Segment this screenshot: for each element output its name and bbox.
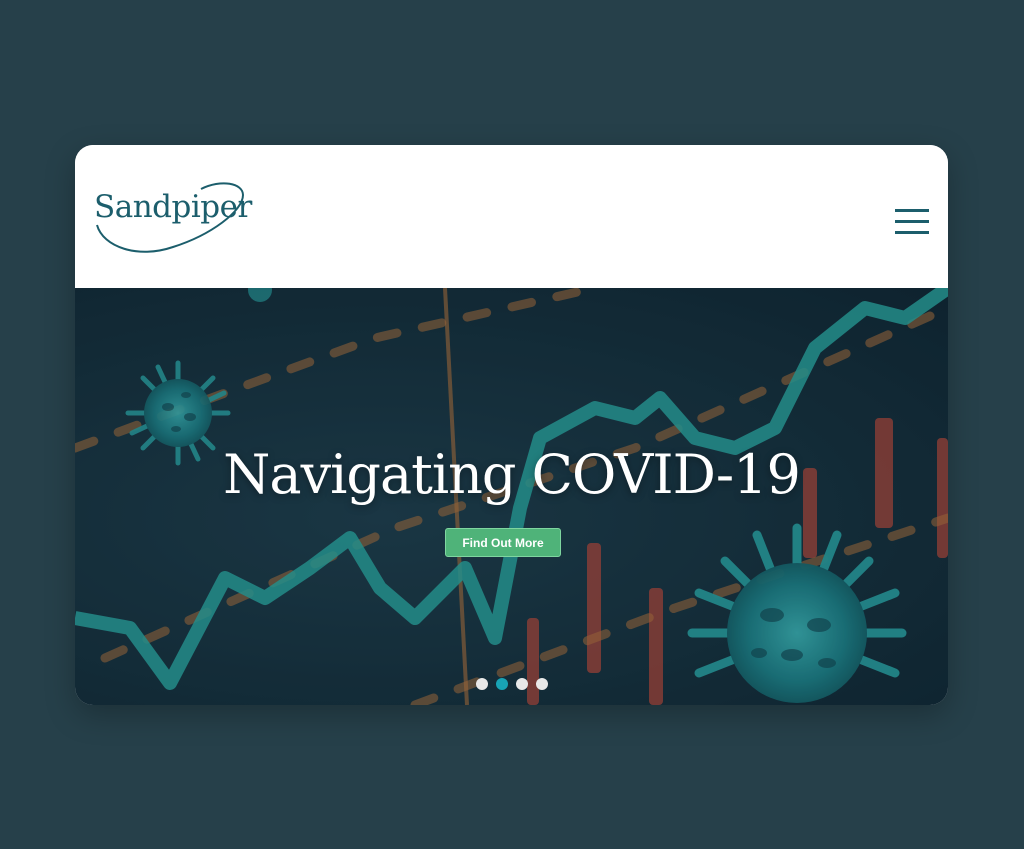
carousel-dot-2[interactable] (496, 678, 508, 690)
site-header: Sandpiper (75, 145, 948, 288)
carousel-pagination (476, 678, 556, 690)
hamburger-menu-icon[interactable] (891, 207, 931, 237)
carousel-dot-3[interactable] (516, 678, 528, 690)
menu-bar-middle (895, 220, 929, 223)
menu-bar-bottom (895, 231, 929, 234)
brand-name: Sandpiper (94, 189, 252, 225)
hero-title: Navigating COVID-19 (223, 443, 801, 506)
hero-banner: Navigating COVID-19 Find Out More (75, 288, 948, 705)
carousel-dot-4[interactable] (536, 678, 548, 690)
carousel-dot-1[interactable] (476, 678, 488, 690)
website-preview-card: Sandpiper Navigating COVID-19 Find Out M… (75, 145, 948, 705)
find-out-more-button[interactable]: Find Out More (445, 528, 561, 557)
sandpiper-logo[interactable]: Sandpiper (93, 181, 253, 255)
menu-bar-top (895, 209, 929, 212)
